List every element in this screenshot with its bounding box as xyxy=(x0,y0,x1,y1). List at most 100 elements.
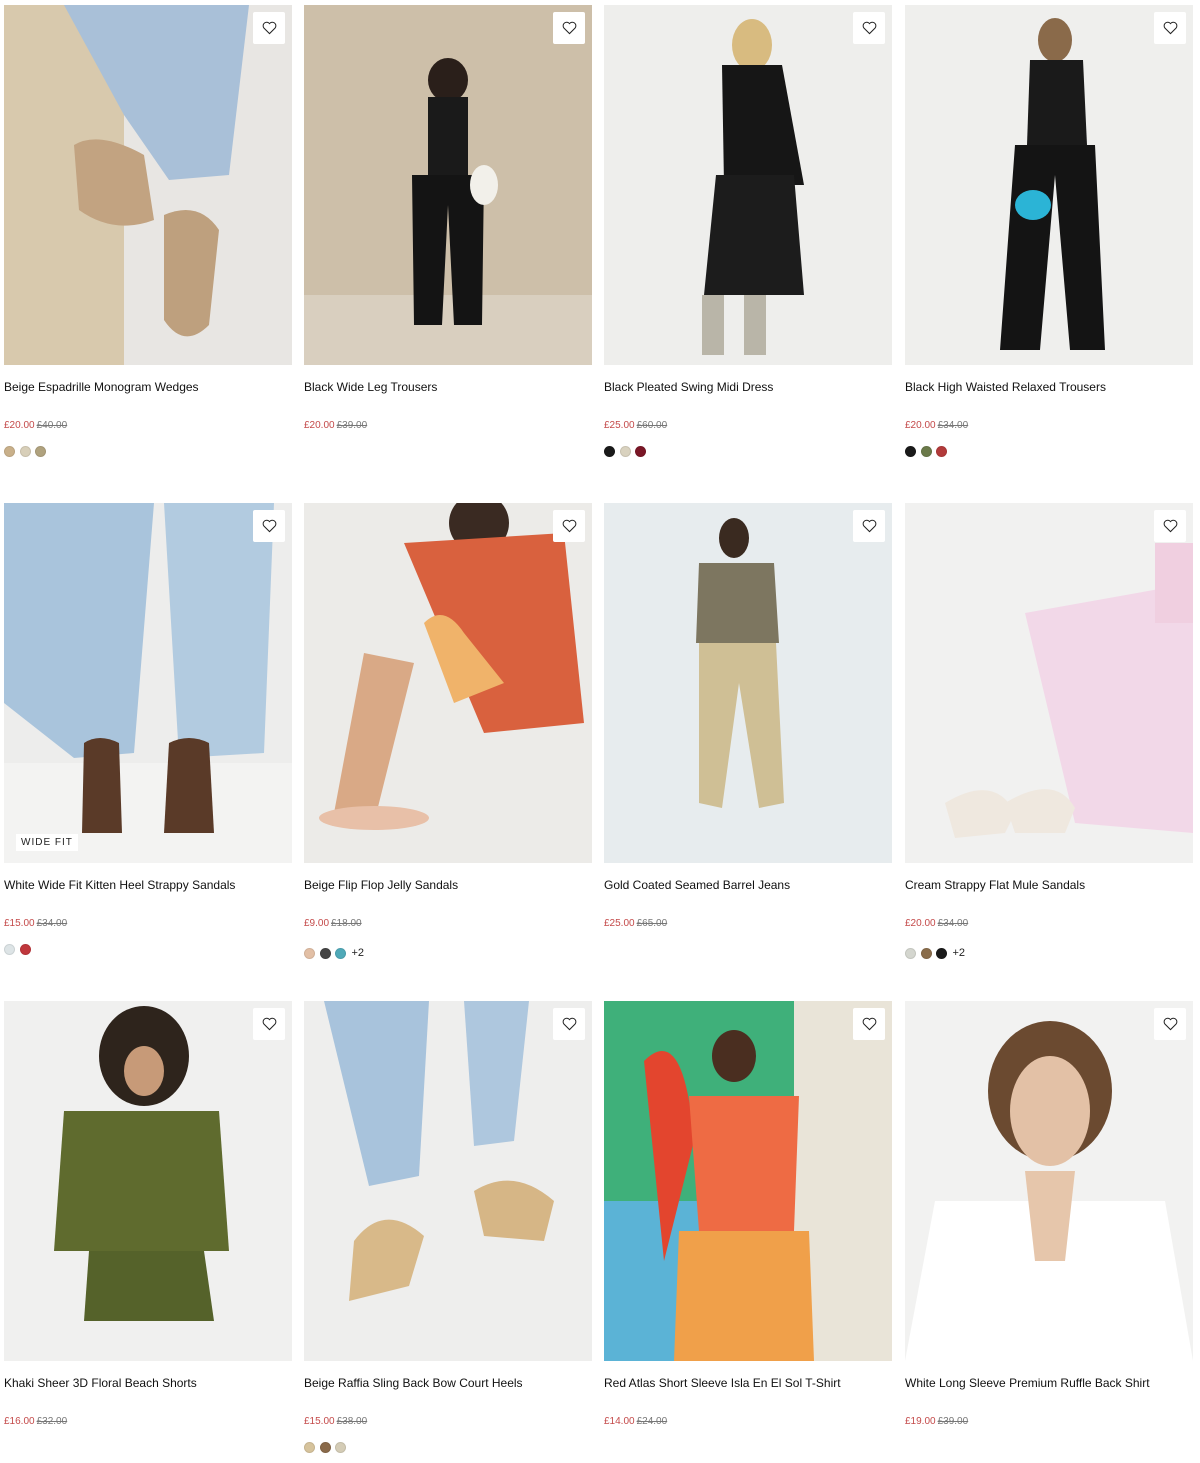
wide-fit-badge: WIDE FIT xyxy=(16,834,78,851)
color-swatch[interactable] xyxy=(4,943,15,955)
sale-price: £25.00 xyxy=(604,420,635,431)
color-swatch[interactable] xyxy=(319,1441,331,1453)
product-card[interactable]: White Long Sleeve Premium Ruffle Back Sh… xyxy=(905,1001,1193,1427)
color-swatch[interactable] xyxy=(4,445,15,457)
color-swatch[interactable] xyxy=(635,445,646,457)
product-price: £20.00 £39.00 xyxy=(304,419,367,433)
more-colors-count[interactable]: +2 xyxy=(953,947,966,959)
wishlist-button[interactable] xyxy=(1154,12,1186,44)
product-image[interactable] xyxy=(604,1001,892,1361)
sale-price: £20.00 xyxy=(905,918,936,929)
heart-icon xyxy=(262,21,276,35)
product-card[interactable]: Red Atlas Short Sleeve Isla En El Sol T-… xyxy=(604,1001,892,1427)
product-price: £20.00 £40.00 xyxy=(4,419,67,433)
was-price: £32.00 xyxy=(36,1416,68,1427)
product-title[interactable]: White Wide Fit Kitten Heel Strappy Sanda… xyxy=(4,876,292,894)
product-image[interactable] xyxy=(304,503,592,863)
color-swatches: +2 xyxy=(905,946,965,960)
sale-price: £19.00 xyxy=(905,1416,936,1427)
product-image[interactable] xyxy=(905,5,1193,365)
was-price: £38.00 xyxy=(336,1416,368,1427)
heart-icon xyxy=(562,1017,576,1031)
product-title[interactable]: Beige Raffia Sling Back Bow Court Heels xyxy=(304,1374,592,1392)
color-swatch[interactable] xyxy=(920,445,932,457)
wishlist-button[interactable] xyxy=(553,1008,585,1040)
color-swatch[interactable] xyxy=(335,1441,346,1453)
color-swatch[interactable] xyxy=(304,947,315,959)
wishlist-button[interactable] xyxy=(553,12,585,44)
product-title[interactable]: Cream Strappy Flat Mule Sandals xyxy=(905,876,1193,894)
was-price: £34.00 xyxy=(937,918,969,929)
color-swatch[interactable] xyxy=(619,445,631,457)
wishlist-button[interactable] xyxy=(853,1008,885,1040)
color-swatch[interactable] xyxy=(936,947,947,959)
product-title[interactable]: Beige Espadrille Monogram Wedges xyxy=(4,378,292,396)
was-price: £39.00 xyxy=(937,1416,969,1427)
color-swatch[interactable] xyxy=(19,943,31,955)
sale-price: £14.00 xyxy=(604,1416,635,1427)
was-price: £65.00 xyxy=(636,918,668,929)
color-swatch[interactable] xyxy=(319,947,331,959)
product-card[interactable]: WIDE FIT White Wide Fit Kitten Heel Stra… xyxy=(4,503,292,955)
heart-icon xyxy=(562,21,576,35)
color-swatch[interactable] xyxy=(604,445,615,457)
product-title[interactable]: Black Wide Leg Trousers xyxy=(304,378,592,396)
wishlist-button[interactable] xyxy=(553,510,585,542)
product-image[interactable] xyxy=(604,5,892,365)
product-image[interactable]: WIDE FIT xyxy=(4,503,292,863)
wishlist-button[interactable] xyxy=(1154,1008,1186,1040)
wishlist-button[interactable] xyxy=(853,510,885,542)
sale-price: £15.00 xyxy=(4,918,35,929)
more-colors-count[interactable]: +2 xyxy=(352,947,365,959)
product-title[interactable]: Black High Waisted Relaxed Trousers xyxy=(905,378,1193,396)
was-price: £40.00 xyxy=(36,420,68,431)
product-card[interactable]: Beige Espadrille Monogram Wedges £20.00 £… xyxy=(4,5,292,457)
product-card[interactable]: Beige Raffia Sling Back Bow Court Heels … xyxy=(304,1001,592,1453)
color-swatch[interactable] xyxy=(905,947,916,959)
product-price: £9.00 £18.00 xyxy=(304,917,362,931)
product-image[interactable] xyxy=(304,5,592,365)
was-price: £60.00 xyxy=(636,420,668,431)
wishlist-button[interactable] xyxy=(253,1008,285,1040)
product-title[interactable]: Khaki Sheer 3D Floral Beach Shorts xyxy=(4,1374,292,1392)
product-title[interactable]: Beige Flip Flop Jelly Sandals xyxy=(304,876,592,894)
product-card[interactable]: Gold Coated Seamed Barrel Jeans £25.00 £6… xyxy=(604,503,892,929)
product-card[interactable]: Black Pleated Swing Midi Dress £25.00 £60… xyxy=(604,5,892,457)
product-title[interactable]: Gold Coated Seamed Barrel Jeans xyxy=(604,876,892,894)
sale-price: £20.00 xyxy=(905,420,936,431)
color-swatch[interactable] xyxy=(335,947,346,959)
product-title[interactable]: Red Atlas Short Sleeve Isla En El Sol T-… xyxy=(604,1374,892,1392)
product-image[interactable] xyxy=(905,503,1193,863)
color-swatch[interactable] xyxy=(905,445,916,457)
product-title[interactable]: Black Pleated Swing Midi Dress xyxy=(604,378,892,396)
color-swatch[interactable] xyxy=(920,947,932,959)
product-price: £25.00 £65.00 xyxy=(604,917,667,931)
was-price: £39.00 xyxy=(336,420,368,431)
color-swatch[interactable] xyxy=(19,445,31,457)
color-swatch[interactable] xyxy=(936,445,947,457)
was-price: £18.00 xyxy=(331,918,362,929)
product-price: £15.00 £38.00 xyxy=(304,1415,367,1429)
product-card[interactable]: Cream Strappy Flat Mule Sandals £20.00 £3… xyxy=(905,503,1193,959)
product-image[interactable] xyxy=(905,1001,1193,1361)
product-card[interactable]: Khaki Sheer 3D Floral Beach Shorts £16.0… xyxy=(4,1001,292,1427)
product-image[interactable] xyxy=(304,1001,592,1361)
wishlist-button[interactable] xyxy=(853,12,885,44)
product-image[interactable] xyxy=(4,5,292,365)
product-card[interactable]: Black High Waisted Relaxed Trousers £20.… xyxy=(905,5,1193,457)
color-swatches xyxy=(905,444,952,458)
product-card[interactable]: Black Wide Leg Trousers £20.00 £39.00 xyxy=(304,5,592,431)
product-image[interactable] xyxy=(4,1001,292,1361)
product-price: £15.00 £34.00 xyxy=(4,917,67,931)
heart-icon xyxy=(262,1017,276,1031)
color-swatch[interactable] xyxy=(35,445,46,457)
product-title[interactable]: White Long Sleeve Premium Ruffle Back Sh… xyxy=(905,1374,1193,1392)
product-image[interactable] xyxy=(604,503,892,863)
wishlist-button[interactable] xyxy=(1154,510,1186,542)
product-card[interactable]: Beige Flip Flop Jelly Sandals £9.00 £18.0… xyxy=(304,503,592,959)
heart-icon xyxy=(1163,519,1177,533)
color-swatch[interactable] xyxy=(304,1441,315,1453)
sale-price: £20.00 xyxy=(304,420,335,431)
wishlist-button[interactable] xyxy=(253,12,285,44)
wishlist-button[interactable] xyxy=(253,510,285,542)
